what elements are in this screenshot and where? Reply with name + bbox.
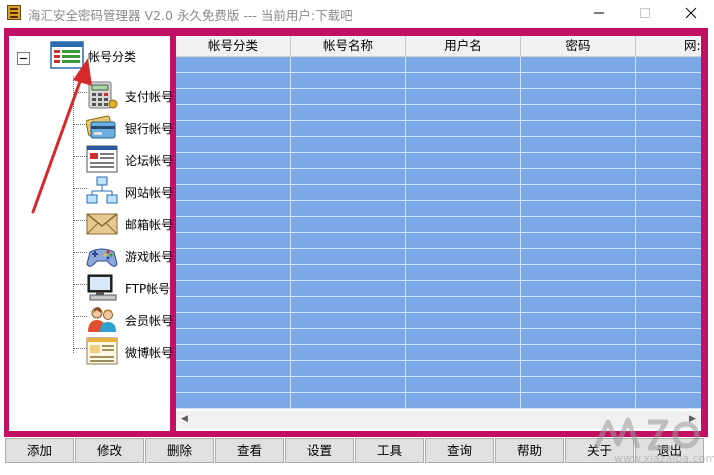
app-icon [7,5,21,20]
tree-branch [73,124,87,125]
watermark-logo-icon [593,417,700,451]
tree-connector-line [73,76,74,353]
tree-node-label: FTP帐号 [125,282,171,296]
watermark: www.xiazaiba.com [588,414,714,472]
tree-node-payment[interactable]: 支付帐号 [86,80,176,110]
settings-button[interactable]: 设置 [285,438,354,463]
tree-node-label: 支付帐号 [125,90,174,104]
maximize-icon [640,8,650,18]
tree-node-website[interactable]: 网站帐号 [86,176,176,206]
tree-branch [73,156,87,157]
column-header-account-name[interactable]: 帐号名称 [291,36,406,56]
tree-root-label: 帐号分类 [88,50,137,64]
maximize-button[interactable] [622,0,668,26]
forum-window-icon [86,145,118,173]
delete-button[interactable]: 删除 [145,438,214,463]
list-window-icon [50,41,84,69]
tools-button[interactable]: 工具 [355,438,424,463]
edit-button[interactable]: 修改 [75,438,144,463]
grid-header: 帐号分类 帐号名称 用户名 密码 网: [176,36,701,57]
tree-node-label: 会员帐号 [125,314,174,328]
window-title: 海汇安全密码管理器 V2.0 永久免费版 --- 当前用户:下载吧 [28,8,353,23]
tree-collapse-toggle[interactable] [17,52,30,65]
tree-branch [73,188,87,189]
title-bar: 海汇安全密码管理器 V2.0 永久免费版 --- 当前用户:下载吧 [0,0,714,26]
tree-node-label: 论坛帐号 [125,154,174,168]
tree-branch [73,348,87,349]
view-button[interactable]: 查看 [215,438,284,463]
column-header-username[interactable]: 用户名 [406,36,521,56]
account-grid[interactable]: 帐号分类 帐号名称 用户名 密码 网: ◀ ▶ [176,36,701,431]
tree-node-email[interactable]: 邮箱帐号 [86,208,176,238]
category-tree[interactable]: 帐号分类 支付帐号 银行帐号 论坛帐号 网站帐号 邮箱帐号 游戏帐号 FTP帐号… [9,36,173,431]
document-window-icon [86,337,118,365]
tree-node-game[interactable]: 游戏帐号 [86,240,176,270]
calculator-icon [88,81,118,109]
tree-branch [73,252,87,253]
tree-node-label: 邮箱帐号 [125,218,174,232]
tree-branch [73,284,87,285]
tree-branch [73,220,87,221]
scroll-left-icon[interactable]: ◀ [176,411,193,428]
tree-node-ftp[interactable]: FTP帐号 [86,272,176,302]
tree-node-member[interactable]: 会员帐号 [86,304,176,334]
tree-branch [73,92,87,93]
tree-node-label: 微博帐号 [125,346,174,360]
users-icon [88,307,116,332]
close-button[interactable] [668,0,714,26]
tree-node-label: 游戏帐号 [125,250,174,264]
minimize-icon [594,12,604,14]
search-button[interactable]: 查询 [425,438,494,463]
main-frame: 帐号分类 支付帐号 银行帐号 论坛帐号 网站帐号 邮箱帐号 游戏帐号 FTP帐号… [4,28,708,437]
tree-node-forum[interactable]: 论坛帐号 [86,144,176,174]
close-icon [685,7,697,19]
tree-branch [73,316,87,317]
bank-cards-icon [86,115,116,139]
tree-node-label: 银行帐号 [125,122,174,136]
network-icon [86,176,118,204]
tree-node-bank[interactable]: 银行帐号 [86,112,176,142]
tree-node-label: 网站帐号 [125,186,174,200]
tree-node-weibo[interactable]: 微博帐号 [86,336,176,366]
grid-body[interactable] [176,57,701,409]
envelope-icon [86,213,118,235]
computer-icon [87,274,117,301]
column-header-website[interactable]: 网: [636,36,701,56]
add-button[interactable]: 添加 [5,438,74,463]
column-header-password[interactable]: 密码 [521,36,636,56]
watermark-text: www.xiazaiba.com [614,452,714,465]
column-header-category[interactable]: 帐号分类 [176,36,291,56]
help-button[interactable]: 帮助 [495,438,564,463]
minimize-button[interactable] [576,0,622,26]
gamepad-icon [86,248,118,267]
